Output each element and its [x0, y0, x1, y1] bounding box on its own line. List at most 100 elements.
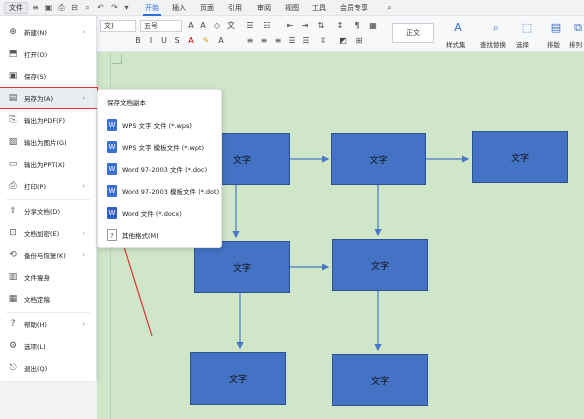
find-replace-icon[interactable]: ⌕ — [489, 21, 503, 35]
flowchart-box[interactable]: 文字 — [194, 241, 290, 293]
menu-item-slim[interactable]: ▥ 文件瘦身 — [0, 267, 97, 287]
menu-item-export-ppt[interactable]: ▭ 输出为PPT(X) — [0, 154, 97, 174]
show-marks-icon[interactable]: ¶ — [352, 21, 362, 31]
align-left-icon[interactable]: ≡ — [245, 36, 255, 46]
tab-review[interactable]: 审阅 — [257, 3, 271, 13]
menu-item-export-image[interactable]: ▨ 输出为图片(G) — [0, 132, 97, 152]
submenu-item-dot[interactable]: W Word 97-2003 模板文件 (*.dot) — [98, 181, 223, 201]
select-label[interactable]: 选择 — [516, 39, 529, 49]
undo-icon[interactable]: ↶ — [96, 3, 105, 12]
menu-icon[interactable]: ≡ — [31, 3, 40, 12]
menu-divider — [6, 199, 91, 200]
tab-home[interactable]: 开始 — [145, 3, 159, 13]
tab-insert[interactable]: 插入 — [172, 3, 186, 13]
menu-item-encrypt[interactable]: ⊡ 文档加密(E) › — [0, 223, 97, 243]
tab-member[interactable]: 会员专享 — [340, 3, 368, 13]
submenu-item-label: Word 97-2003 模板文件 (*.dot) — [122, 188, 220, 196]
save-as-icon: ▤ — [8, 93, 18, 103]
other-format-icon: ? — [107, 229, 117, 241]
submenu-item-wpt[interactable]: W WPS 文字 模板文件 (*.wpt) — [98, 137, 223, 157]
menu-item-finalize[interactable]: ▦ 文档定稿 — [0, 289, 97, 309]
style-set-label[interactable]: 样式集 — [446, 39, 466, 49]
menu-item-new[interactable]: ⊕ 新建(N) › — [0, 22, 97, 42]
style-set-icon[interactable]: A — [451, 21, 465, 35]
borders-icon[interactable]: ⊞ — [354, 36, 364, 46]
indent-icon[interactable]: ⇥ — [300, 21, 310, 31]
font-name-select[interactable]: 文) — [100, 20, 136, 32]
numbered-list-icon[interactable]: ☷ — [262, 21, 272, 31]
grow-font-icon[interactable]: A — [186, 21, 196, 31]
text-direction-icon[interactable]: ⇅ — [316, 21, 326, 31]
submenu-item-wps[interactable]: W WPS 文字 文件 (*.wps) — [98, 115, 223, 135]
print-icon: ⎙ — [9, 181, 17, 191]
menu-item-save[interactable]: ▣ 保存(S) — [0, 66, 97, 86]
shrink-font-icon[interactable]: A — [198, 21, 208, 31]
align-center-icon[interactable]: ≡ — [259, 36, 269, 46]
layout-icon[interactable]: ▤ — [549, 21, 563, 35]
find-replace-label[interactable]: 查找替换 — [480, 39, 506, 49]
arrange-icon[interactable]: ⧉ — [571, 21, 584, 35]
menu-item-backup[interactable]: ⟲ 备份与恢复(K) › — [0, 245, 97, 265]
preview-icon[interactable]: ⌕ — [83, 3, 92, 12]
shading-icon[interactable]: ◩ — [338, 36, 348, 46]
flowchart-box[interactable]: 文字 — [331, 133, 426, 185]
menu-item-label: 打印(P) — [24, 183, 46, 191]
select-icon[interactable]: ⬚ — [520, 21, 534, 35]
highlight-icon[interactable]: ✎ — [201, 36, 211, 46]
submenu-item-doc[interactable]: W Word 97-2003 文件 (*.doc) — [98, 159, 223, 179]
align-right-icon[interactable]: ≡ — [273, 36, 283, 46]
underline-icon[interactable]: U — [159, 36, 169, 46]
menu-item-print[interactable]: ⎙ 打印(P) › — [0, 176, 97, 196]
tab-references[interactable]: 引用 — [228, 3, 242, 13]
style-gallery-normal[interactable]: 正文 — [392, 23, 434, 43]
menu-item-export-pdf[interactable]: ⎘ 输出为PDF(F) — [0, 110, 97, 130]
flowchart-box[interactable]: 文字 — [332, 239, 428, 291]
line-spacing-icon[interactable]: ⇳ — [318, 36, 328, 46]
font-size-select[interactable]: 五号 — [140, 20, 182, 32]
box-label: 文字 — [228, 375, 247, 385]
font-color-icon[interactable]: A — [186, 36, 196, 46]
box-label: 文字 — [369, 155, 388, 166]
options-icon: ⚙ — [8, 341, 18, 351]
tab-tools[interactable]: 工具 — [312, 3, 326, 13]
submenu-item-docx[interactable]: W Word 文件 (*.docx) — [98, 203, 223, 223]
arrange-label[interactable]: 排列 — [569, 39, 582, 49]
submenu-item-label: Word 97-2003 文件 (*.doc) — [122, 166, 208, 174]
outdent-icon[interactable]: ⇤ — [285, 21, 295, 31]
menu-item-save-as[interactable]: ▤ 另存为(A) › — [0, 87, 98, 109]
print-icon[interactable]: ⊟ — [70, 3, 79, 12]
border-icon[interactable]: ▦ — [368, 21, 378, 31]
file-menu-button[interactable]: 文件 — [4, 2, 28, 14]
pinyin-icon[interactable]: 文 — [226, 21, 236, 31]
word-doc-icon: W — [107, 163, 117, 175]
menu-item-share[interactable]: ⇪ 分享文档(D) — [0, 201, 97, 221]
chevron-down-icon[interactable]: ▾ — [122, 3, 131, 12]
char-shading-icon[interactable]: A — [216, 36, 226, 46]
strikethrough-icon[interactable]: S — [172, 36, 182, 46]
menu-item-help[interactable]: ? 帮助(H) › — [0, 314, 97, 334]
menu-item-open[interactable]: ⬒ 打开(O) — [0, 44, 97, 64]
redo-icon[interactable]: ↷ — [110, 3, 119, 12]
flowchart-box[interactable]: 文字 — [472, 131, 568, 183]
flowchart-box[interactable]: 文字 — [190, 352, 286, 405]
tab-view[interactable]: 视图 — [285, 3, 299, 13]
layout-label[interactable]: 排版 — [547, 39, 560, 49]
export-icon[interactable]: ⎙ — [57, 3, 66, 12]
menu-item-exit[interactable]: ⎋ 退出(Q) — [0, 358, 97, 378]
search-icon[interactable]: ⌕ — [385, 3, 394, 12]
bullet-list-icon[interactable]: ☰ — [245, 21, 255, 31]
chevron-right-icon: › — [82, 320, 85, 328]
sort-icon[interactable]: ↕ — [335, 21, 345, 31]
menu-item-options[interactable]: ⚙ 选项(L) — [0, 336, 97, 356]
tab-page[interactable]: 页面 — [200, 3, 214, 13]
submenu-item-other[interactable]: ? 其他格式(M) — [98, 225, 223, 245]
clear-format-icon[interactable]: ◇ — [212, 21, 222, 31]
chevron-right-icon: › — [82, 229, 85, 237]
flowchart-box[interactable]: 文字 — [332, 354, 428, 406]
italic-icon[interactable]: I — [146, 36, 156, 46]
distribute-icon[interactable]: ☰ — [301, 36, 311, 46]
justify-icon[interactable]: ☰ — [287, 36, 297, 46]
bold-icon[interactable]: B — [133, 36, 143, 46]
save-icon[interactable]: ▣ — [44, 3, 53, 12]
menu-item-label: 分享文档(D) — [24, 208, 61, 216]
